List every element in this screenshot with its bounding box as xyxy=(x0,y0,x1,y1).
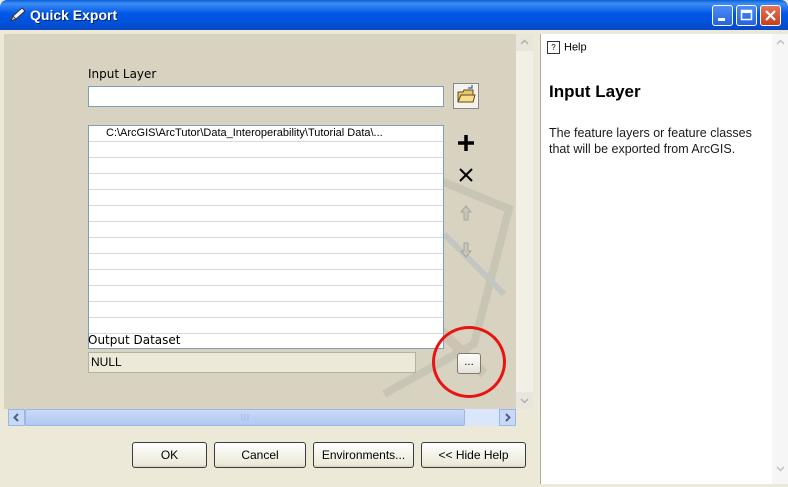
chevron-up-icon[interactable] xyxy=(772,34,788,51)
help-tab[interactable]: ? Help xyxy=(547,41,587,54)
list-item[interactable] xyxy=(89,270,443,286)
title-bar[interactable]: Quick Export xyxy=(0,0,788,30)
input-layer-field[interactable] xyxy=(88,86,444,107)
environments-button[interactable]: Environments... xyxy=(313,442,414,468)
scroll-right-button[interactable] xyxy=(499,409,516,426)
list-item[interactable] xyxy=(89,254,443,270)
help-vertical-scrollbar[interactable] xyxy=(772,34,788,484)
chevron-left-icon xyxy=(13,413,19,422)
list-item[interactable] xyxy=(89,158,443,174)
list-item[interactable] xyxy=(89,222,443,238)
help-description: The feature layers or feature classes th… xyxy=(549,126,752,156)
browse-input-button[interactable] xyxy=(453,83,479,109)
input-layer-label: Input Layer xyxy=(88,67,157,81)
move-up-button[interactable] xyxy=(453,200,479,226)
close-button[interactable] xyxy=(760,5,781,26)
parameters-pane: Input Layer C:\ArcGIS\ArcTutor\Data_Inte… xyxy=(4,34,537,484)
chevron-down-icon[interactable] xyxy=(772,460,788,477)
help-title: Input Layer xyxy=(549,82,641,101)
chevron-right-icon xyxy=(505,413,511,422)
scroll-thumb[interactable] xyxy=(25,409,465,426)
maximize-button[interactable] xyxy=(736,5,757,26)
scroll-left-button[interactable] xyxy=(8,409,25,426)
list-item[interactable] xyxy=(89,238,443,254)
help-tab-label: Help xyxy=(564,41,587,54)
list-item[interactable] xyxy=(89,174,443,190)
delete-x-icon xyxy=(459,168,473,182)
arrow-up-icon xyxy=(459,205,473,221)
parameters-area: Input Layer C:\ArcGIS\ArcTutor\Data_Inte… xyxy=(4,34,516,409)
scroll-up-button[interactable] xyxy=(516,34,533,51)
chevron-down-icon xyxy=(520,398,529,404)
close-icon xyxy=(765,10,776,21)
list-item[interactable]: C:\ArcGIS\ArcTutor\Data_Interoperability… xyxy=(89,126,443,142)
list-item[interactable] xyxy=(89,318,443,334)
window-title: Quick Export xyxy=(30,7,118,23)
chevron-up-icon xyxy=(520,39,529,45)
plus-icon xyxy=(458,135,474,151)
hide-help-button[interactable]: << Hide Help xyxy=(421,442,526,468)
parameters-horizontal-scrollbar[interactable] xyxy=(8,409,516,426)
input-layer-list[interactable]: C:\ArcGIS\ArcTutor\Data_Interoperability… xyxy=(88,125,444,349)
help-pane: ? Help Input Layer The feature layers or … xyxy=(540,34,788,484)
list-item[interactable] xyxy=(89,142,443,158)
quick-export-dialog: Quick Export Input Layer C:\ArcGIS\ArcTu… xyxy=(0,0,788,487)
list-item[interactable] xyxy=(89,206,443,222)
ok-button[interactable]: OK xyxy=(132,442,207,468)
pencil-icon xyxy=(10,7,26,22)
output-dataset-field[interactable]: NULL xyxy=(88,352,416,373)
maximize-icon xyxy=(740,9,753,21)
add-item-button[interactable] xyxy=(453,130,479,156)
minimize-icon xyxy=(718,18,725,21)
remove-item-button[interactable] xyxy=(453,162,479,188)
help-icon: ? xyxy=(547,41,560,54)
grip-icon xyxy=(241,414,249,421)
list-item[interactable] xyxy=(89,302,443,318)
output-dataset-label: Output Dataset xyxy=(88,333,181,347)
move-down-button[interactable] xyxy=(453,237,479,263)
arrow-down-icon xyxy=(459,242,473,258)
scroll-down-button[interactable] xyxy=(516,392,533,409)
minimize-button[interactable] xyxy=(712,5,733,26)
open-folder-icon xyxy=(457,85,476,103)
list-item[interactable] xyxy=(89,286,443,302)
list-item[interactable] xyxy=(89,190,443,206)
parameters-vertical-scrollbar[interactable] xyxy=(516,34,533,409)
highlight-circle xyxy=(432,326,506,398)
cancel-button[interactable]: Cancel xyxy=(214,442,306,468)
